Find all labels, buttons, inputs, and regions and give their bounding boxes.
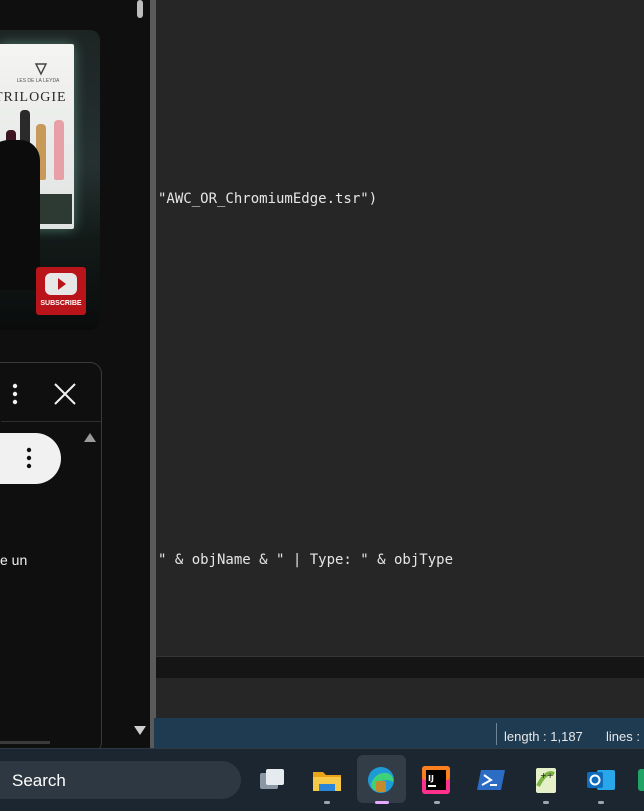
running-indicator bbox=[434, 801, 440, 804]
scrollbar-thumb[interactable] bbox=[137, 0, 143, 18]
more-vert-icon bbox=[26, 447, 32, 469]
scroll-down-arrow-icon[interactable] bbox=[134, 726, 146, 735]
status-bar: length : 1,187 lines : bbox=[154, 718, 644, 748]
browser-panel: LES DE LA LEYDA TRILOGIE SUBSCRIBE e un bbox=[0, 0, 153, 754]
scroll-up-arrow-icon[interactable] bbox=[84, 433, 96, 442]
search-label: Search bbox=[12, 771, 66, 790]
powershell-icon[interactable] bbox=[475, 764, 507, 796]
svg-text:++: ++ bbox=[540, 771, 553, 780]
current-line-highlight bbox=[156, 656, 644, 678]
taskbar-search-box[interactable]: Search bbox=[0, 761, 241, 799]
play-icon bbox=[58, 278, 66, 290]
file-explorer-icon[interactable] bbox=[311, 764, 343, 796]
options-pill-button[interactable] bbox=[0, 433, 61, 484]
popup-header bbox=[1, 363, 101, 422]
more-vert-icon[interactable] bbox=[12, 383, 18, 405]
intellij-icon[interactable]: IJ bbox=[420, 764, 452, 796]
brand-logo-icon bbox=[34, 63, 48, 76]
horizontal-scrollbar[interactable] bbox=[0, 741, 50, 744]
video-thumbnail[interactable]: LES DE LA LEYDA TRILOGIE SUBSCRIBE bbox=[0, 30, 100, 330]
edge-icon[interactable] bbox=[365, 764, 397, 796]
app-icon-partial[interactable] bbox=[638, 769, 644, 791]
code-line[interactable]: " & objName & " | Type: " & objType bbox=[158, 552, 453, 568]
subscribe-badge[interactable]: SUBSCRIBE bbox=[36, 267, 86, 315]
svg-text:IJ: IJ bbox=[428, 774, 434, 783]
running-indicator bbox=[324, 801, 330, 804]
task-view-icon[interactable] bbox=[256, 764, 288, 796]
status-divider bbox=[496, 723, 497, 745]
close-icon[interactable] bbox=[54, 383, 76, 405]
bottle-image bbox=[54, 120, 64, 180]
brand-subtitle: LES DE LA LEYDA bbox=[16, 78, 60, 84]
code-editor[interactable]: "AWC_OR_ChromiumEdge.tsr") " & objName &… bbox=[156, 0, 644, 718]
code-line[interactable]: "AWC_OR_ChromiumEdge.tsr") bbox=[158, 191, 377, 207]
subscribe-label: SUBSCRIBE bbox=[40, 300, 82, 307]
outlook-icon[interactable] bbox=[585, 764, 617, 796]
brand-title: TRILOGIE bbox=[0, 90, 67, 105]
status-lines: lines : bbox=[606, 729, 640, 744]
status-length: length : 1,187 bbox=[504, 729, 583, 744]
popup-text: e un bbox=[0, 552, 28, 568]
active-indicator bbox=[375, 801, 389, 804]
presenter-silhouette bbox=[0, 140, 40, 290]
notepad-plus-plus-icon[interactable]: ++ bbox=[530, 764, 562, 796]
running-indicator bbox=[598, 801, 604, 804]
taskbar: Search IJ ++ bbox=[0, 748, 644, 811]
youtube-icon bbox=[45, 273, 77, 295]
running-indicator bbox=[543, 801, 549, 804]
